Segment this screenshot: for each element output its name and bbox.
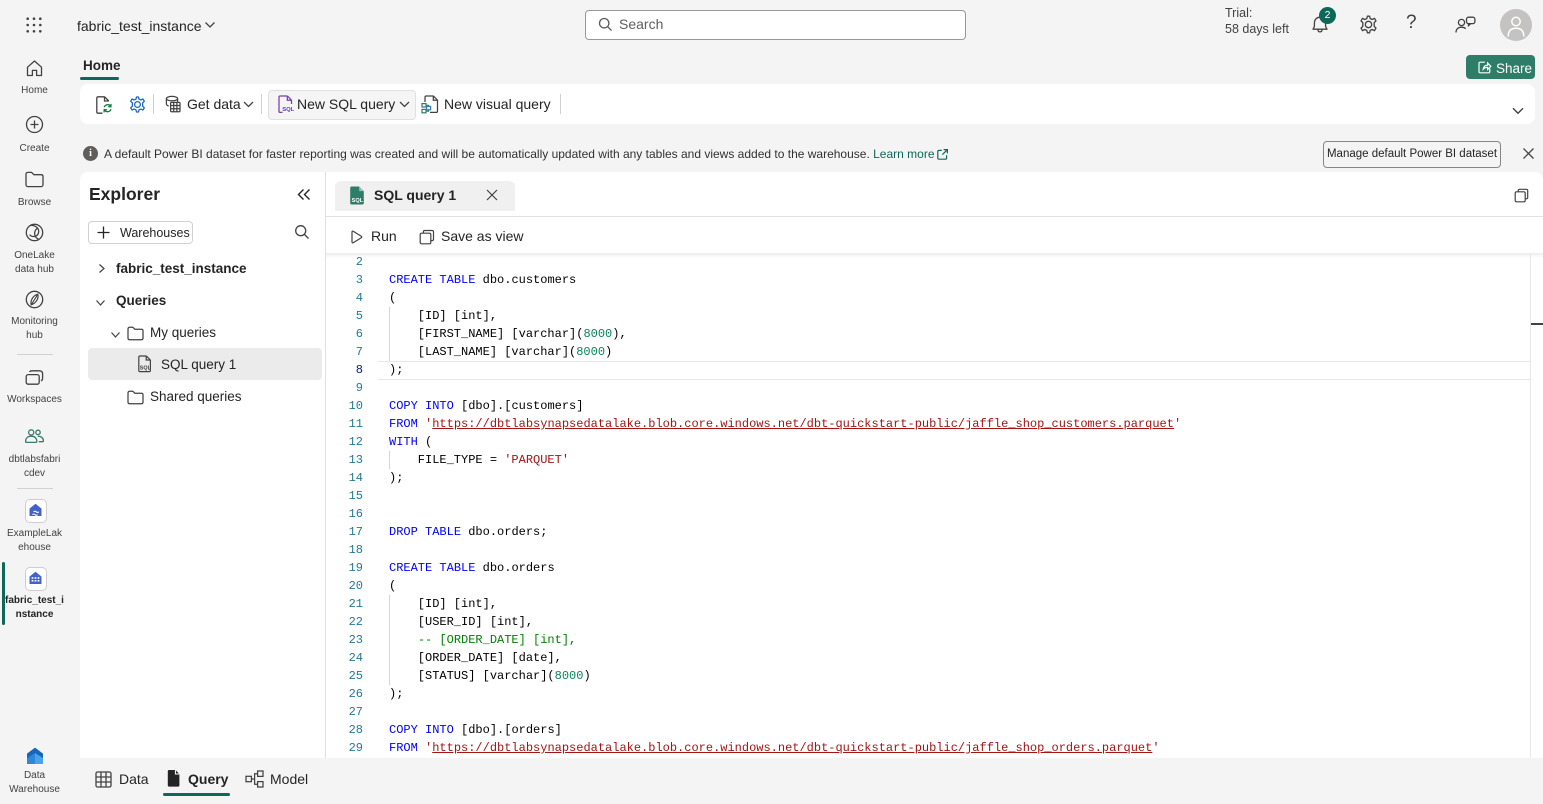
svg-text:SQL: SQL xyxy=(352,198,364,204)
svg-text:SQL: SQL xyxy=(282,107,294,113)
svg-text:SQL: SQL xyxy=(140,366,152,372)
